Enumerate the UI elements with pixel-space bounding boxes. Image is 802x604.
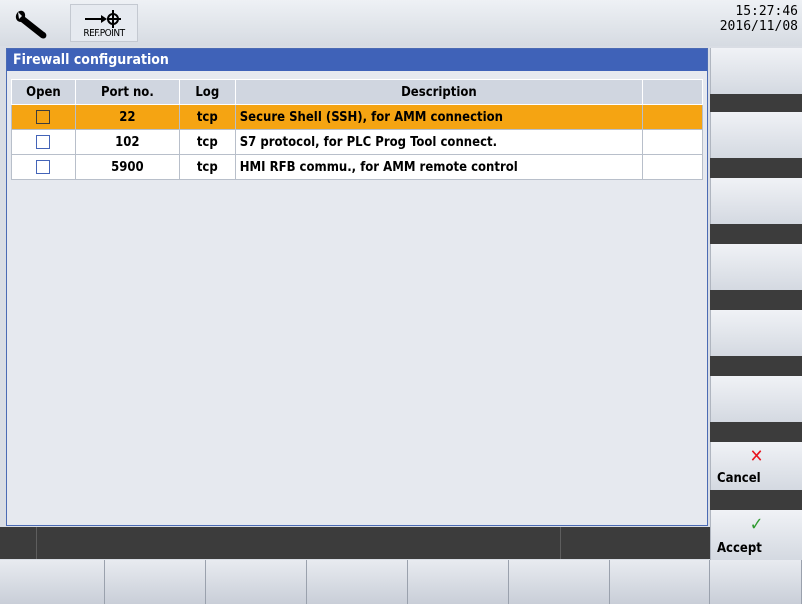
cancel-label: Cancel bbox=[717, 471, 761, 486]
softkey-h3[interactable] bbox=[206, 560, 307, 604]
softkey-h6[interactable] bbox=[509, 560, 610, 604]
cancel-button[interactable]: ✕ Cancel bbox=[710, 442, 802, 490]
status-cell bbox=[560, 527, 561, 559]
open-checkbox[interactable] bbox=[36, 110, 51, 124]
status-strip bbox=[0, 527, 710, 559]
extra-cell bbox=[642, 104, 703, 130]
open-checkbox[interactable] bbox=[36, 135, 51, 149]
softkey-v2[interactable] bbox=[710, 112, 802, 158]
softkey-separator bbox=[710, 356, 802, 376]
softkey-h5[interactable] bbox=[408, 560, 509, 604]
column-header-description: Description bbox=[234, 79, 644, 105]
wrench-icon[interactable] bbox=[10, 6, 58, 42]
log-cell: tcp bbox=[178, 154, 236, 180]
softkey-h1[interactable] bbox=[0, 560, 105, 604]
softkey-separator bbox=[710, 490, 802, 510]
refpoint-icon bbox=[85, 10, 121, 28]
softkey-h8[interactable] bbox=[710, 560, 802, 604]
softkey-h4[interactable] bbox=[307, 560, 408, 604]
accept-button[interactable]: ✓ Accept bbox=[710, 510, 802, 560]
refpoint-button[interactable]: REF.POINT bbox=[70, 4, 138, 42]
accept-label: Accept bbox=[717, 541, 762, 556]
softkey-v1[interactable] bbox=[710, 48, 802, 94]
clock: 15:27:46 2016/11/08 bbox=[720, 4, 798, 34]
open-cell[interactable] bbox=[11, 154, 76, 180]
column-header-log: Log bbox=[178, 79, 236, 105]
port-cell: 22 bbox=[74, 104, 180, 130]
column-header-open: Open bbox=[11, 79, 76, 105]
table-header-row: Open Port no. Log Description bbox=[11, 79, 703, 105]
column-header-port: Port no. bbox=[74, 79, 180, 105]
log-cell: tcp bbox=[178, 129, 236, 155]
table-row[interactable]: 5900 tcp HMI RFB commu., for AMM remote … bbox=[11, 154, 703, 180]
extra-cell bbox=[642, 154, 703, 180]
refpoint-label: REF.POINT bbox=[83, 28, 125, 39]
softkey-separator bbox=[710, 422, 802, 442]
softkey-separator bbox=[710, 94, 802, 112]
description-cell: HMI RFB commu., for AMM remote control bbox=[234, 154, 644, 180]
log-cell: tcp bbox=[178, 104, 236, 130]
clock-date: 2016/11/08 bbox=[719, 19, 798, 34]
softkey-v3[interactable] bbox=[710, 178, 802, 224]
table-row[interactable]: 22 tcp Secure Shell (SSH), for AMM conne… bbox=[11, 104, 703, 130]
softkey-v4[interactable] bbox=[710, 244, 802, 290]
status-cell bbox=[36, 527, 37, 559]
softkey-v6[interactable] bbox=[710, 376, 802, 422]
open-cell[interactable] bbox=[11, 104, 76, 130]
softkey-v5[interactable] bbox=[710, 310, 802, 356]
port-cell: 102 bbox=[74, 129, 180, 155]
open-checkbox[interactable] bbox=[36, 160, 51, 174]
softkey-h2[interactable] bbox=[105, 560, 206, 604]
open-cell[interactable] bbox=[11, 129, 76, 155]
softkey-h7[interactable] bbox=[610, 560, 710, 604]
softkey-separator bbox=[710, 158, 802, 178]
port-cell: 5900 bbox=[74, 154, 180, 180]
description-cell: S7 protocol, for PLC Prog Tool connect. bbox=[234, 129, 644, 155]
firewall-table: Open Port no. Log Description 22 tcp Sec… bbox=[11, 79, 703, 180]
close-icon: ✕ bbox=[749, 446, 764, 467]
checkmark-icon: ✓ bbox=[749, 514, 764, 535]
column-header-extra bbox=[642, 79, 703, 105]
clock-time: 15:27:46 bbox=[735, 4, 798, 19]
softkey-separator bbox=[710, 224, 802, 244]
panel-title: Firewall configuration bbox=[7, 49, 707, 71]
extra-cell bbox=[642, 129, 703, 155]
description-cell: Secure Shell (SSH), for AMM connection bbox=[234, 104, 644, 130]
softkey-separator bbox=[710, 290, 802, 310]
table-row[interactable]: 102 tcp S7 protocol, for PLC Prog Tool c… bbox=[11, 129, 703, 155]
